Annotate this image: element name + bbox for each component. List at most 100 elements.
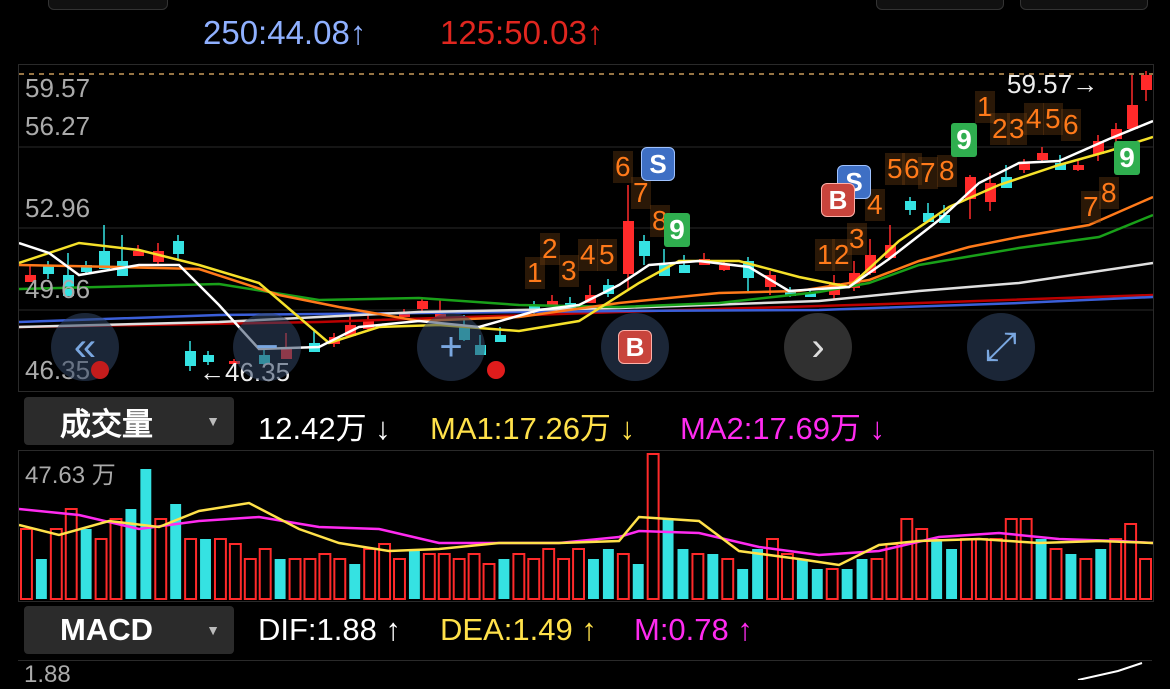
volume-bar bbox=[602, 549, 614, 599]
volume-ma1-value: MA1:17.26万 bbox=[430, 411, 611, 446]
volume-bar bbox=[408, 549, 420, 599]
volume-bar bbox=[946, 549, 958, 599]
macd-chart[interactable]: 1.88 bbox=[18, 660, 1152, 688]
period-selector-chip[interactable] bbox=[876, 0, 1004, 10]
volume-bar bbox=[780, 553, 794, 600]
volume-bar bbox=[467, 553, 481, 600]
macd-indicator-selector[interactable]: MACD ▼ bbox=[24, 606, 234, 654]
macd-dif-value: DIF:1.88 bbox=[258, 612, 377, 647]
chevron-down-icon: ▼ bbox=[206, 622, 220, 638]
volume-bar bbox=[482, 563, 496, 600]
td-count-tag: 5 bbox=[597, 239, 617, 271]
macd-m-arrow: ↑ bbox=[737, 612, 753, 647]
macd-svg bbox=[1077, 662, 1143, 680]
volume-bar bbox=[691, 553, 705, 600]
volume-bar bbox=[542, 548, 556, 600]
candlestick-chart[interactable]: 59.57 56.27 52.96 49.66 46.35 59.57→ ←46… bbox=[18, 64, 1154, 392]
y-label-1: 59.57 bbox=[25, 73, 91, 103]
td-count-tag: 3 bbox=[847, 223, 867, 255]
crosshair-icon[interactable]: + bbox=[417, 313, 485, 381]
macd-dif: DIF:1.88 ↑ bbox=[258, 612, 401, 648]
td-nine-tag: 9 bbox=[1114, 141, 1140, 175]
td-count-tag: 8 bbox=[937, 155, 957, 187]
volume-bar bbox=[228, 543, 242, 600]
volume-ma2: MA2:17.69万 ↓ bbox=[680, 403, 885, 448]
candle-body bbox=[1127, 105, 1138, 129]
td-count-tag: 4 bbox=[578, 239, 598, 271]
td-count-tag: 7 bbox=[918, 157, 938, 189]
chevron-down-icon: ▼ bbox=[206, 413, 220, 429]
volume-bar bbox=[557, 558, 571, 600]
volume-bar bbox=[796, 559, 808, 599]
ma125-value: 125:50.03 bbox=[440, 14, 587, 51]
volume-bar bbox=[109, 518, 123, 600]
next-icon[interactable]: › bbox=[784, 313, 852, 381]
volume-bar bbox=[318, 553, 332, 600]
volume-bar bbox=[274, 559, 286, 599]
td-count-tag: 3 bbox=[559, 255, 579, 287]
volume-chart[interactable]: 47.63 万 bbox=[18, 450, 1154, 602]
volume-bar bbox=[258, 548, 272, 600]
settings-chip[interactable] bbox=[1020, 0, 1148, 10]
macd-selector-label: MACD bbox=[60, 612, 153, 647]
sell-signal[interactable]: S bbox=[641, 147, 675, 181]
expand-icon[interactable]: ⤢ bbox=[967, 313, 1035, 381]
volume-bar bbox=[363, 548, 377, 600]
volume-svg bbox=[19, 453, 1153, 600]
ma125-arrow: ↑ bbox=[586, 14, 604, 51]
volume-ma2-arrow: ↓ bbox=[869, 411, 886, 446]
volume-bar bbox=[1065, 554, 1077, 599]
volume-bar bbox=[243, 558, 257, 600]
buy-signal[interactable]: B bbox=[821, 183, 855, 217]
zoom-out-icon[interactable]: − bbox=[233, 313, 301, 381]
volume-bar bbox=[856, 559, 868, 599]
volume-bar bbox=[1079, 558, 1093, 600]
red-dot-marker bbox=[487, 361, 505, 379]
volume-bar bbox=[616, 553, 630, 600]
volume-bar bbox=[1139, 558, 1153, 600]
top-tab-chip[interactable] bbox=[48, 0, 168, 10]
volume-bar bbox=[931, 539, 943, 599]
y-label-2: 56.27 bbox=[25, 111, 91, 141]
volume-indicator-selector[interactable]: 成交量 ▼ bbox=[24, 397, 234, 445]
volume-bar bbox=[333, 558, 347, 600]
volume-bar bbox=[94, 538, 108, 600]
volume-bar bbox=[35, 559, 47, 599]
volume-bar bbox=[200, 539, 211, 599]
td-count-tag: 7 bbox=[631, 177, 651, 209]
volume-bar bbox=[303, 558, 317, 600]
volume-bar bbox=[841, 569, 853, 599]
volume-bar bbox=[825, 568, 839, 600]
volume-bar bbox=[989, 538, 1003, 600]
ma125-readout: 125:50.03↑ bbox=[440, 14, 603, 52]
volume-bar bbox=[378, 543, 392, 600]
candle-body bbox=[185, 351, 196, 366]
signal-icon[interactable]: B bbox=[601, 313, 669, 381]
volume-arrow: ↓ bbox=[375, 411, 391, 446]
volume-ma2-value: MA2:17.69万 bbox=[680, 411, 861, 446]
candle-body bbox=[639, 241, 650, 256]
volume-bar bbox=[572, 548, 585, 600]
td-count-tag: 6 bbox=[1061, 109, 1081, 141]
volume-bar bbox=[900, 518, 914, 600]
high-price-marker: 59.57→ bbox=[1007, 69, 1099, 99]
volume-bar bbox=[154, 518, 168, 600]
volume-bar bbox=[498, 559, 510, 599]
candle-body bbox=[679, 265, 690, 273]
ma250-arrow: ↑ bbox=[349, 14, 367, 51]
volume-bar bbox=[1124, 523, 1138, 600]
volume-bar bbox=[588, 559, 599, 599]
volume-bar bbox=[1004, 518, 1018, 600]
volume-bar bbox=[677, 549, 689, 599]
volume-bar bbox=[422, 553, 436, 600]
volume-bar bbox=[632, 564, 644, 599]
volume-bar bbox=[20, 528, 33, 600]
volume-bar bbox=[1109, 538, 1123, 600]
candle-body bbox=[495, 335, 506, 342]
volume-bar bbox=[1035, 539, 1047, 599]
volume-bar bbox=[452, 558, 466, 600]
volume-bar bbox=[512, 553, 526, 600]
volume-bar bbox=[437, 553, 451, 600]
volume-bar bbox=[870, 558, 884, 600]
candle-body bbox=[1141, 75, 1152, 90]
